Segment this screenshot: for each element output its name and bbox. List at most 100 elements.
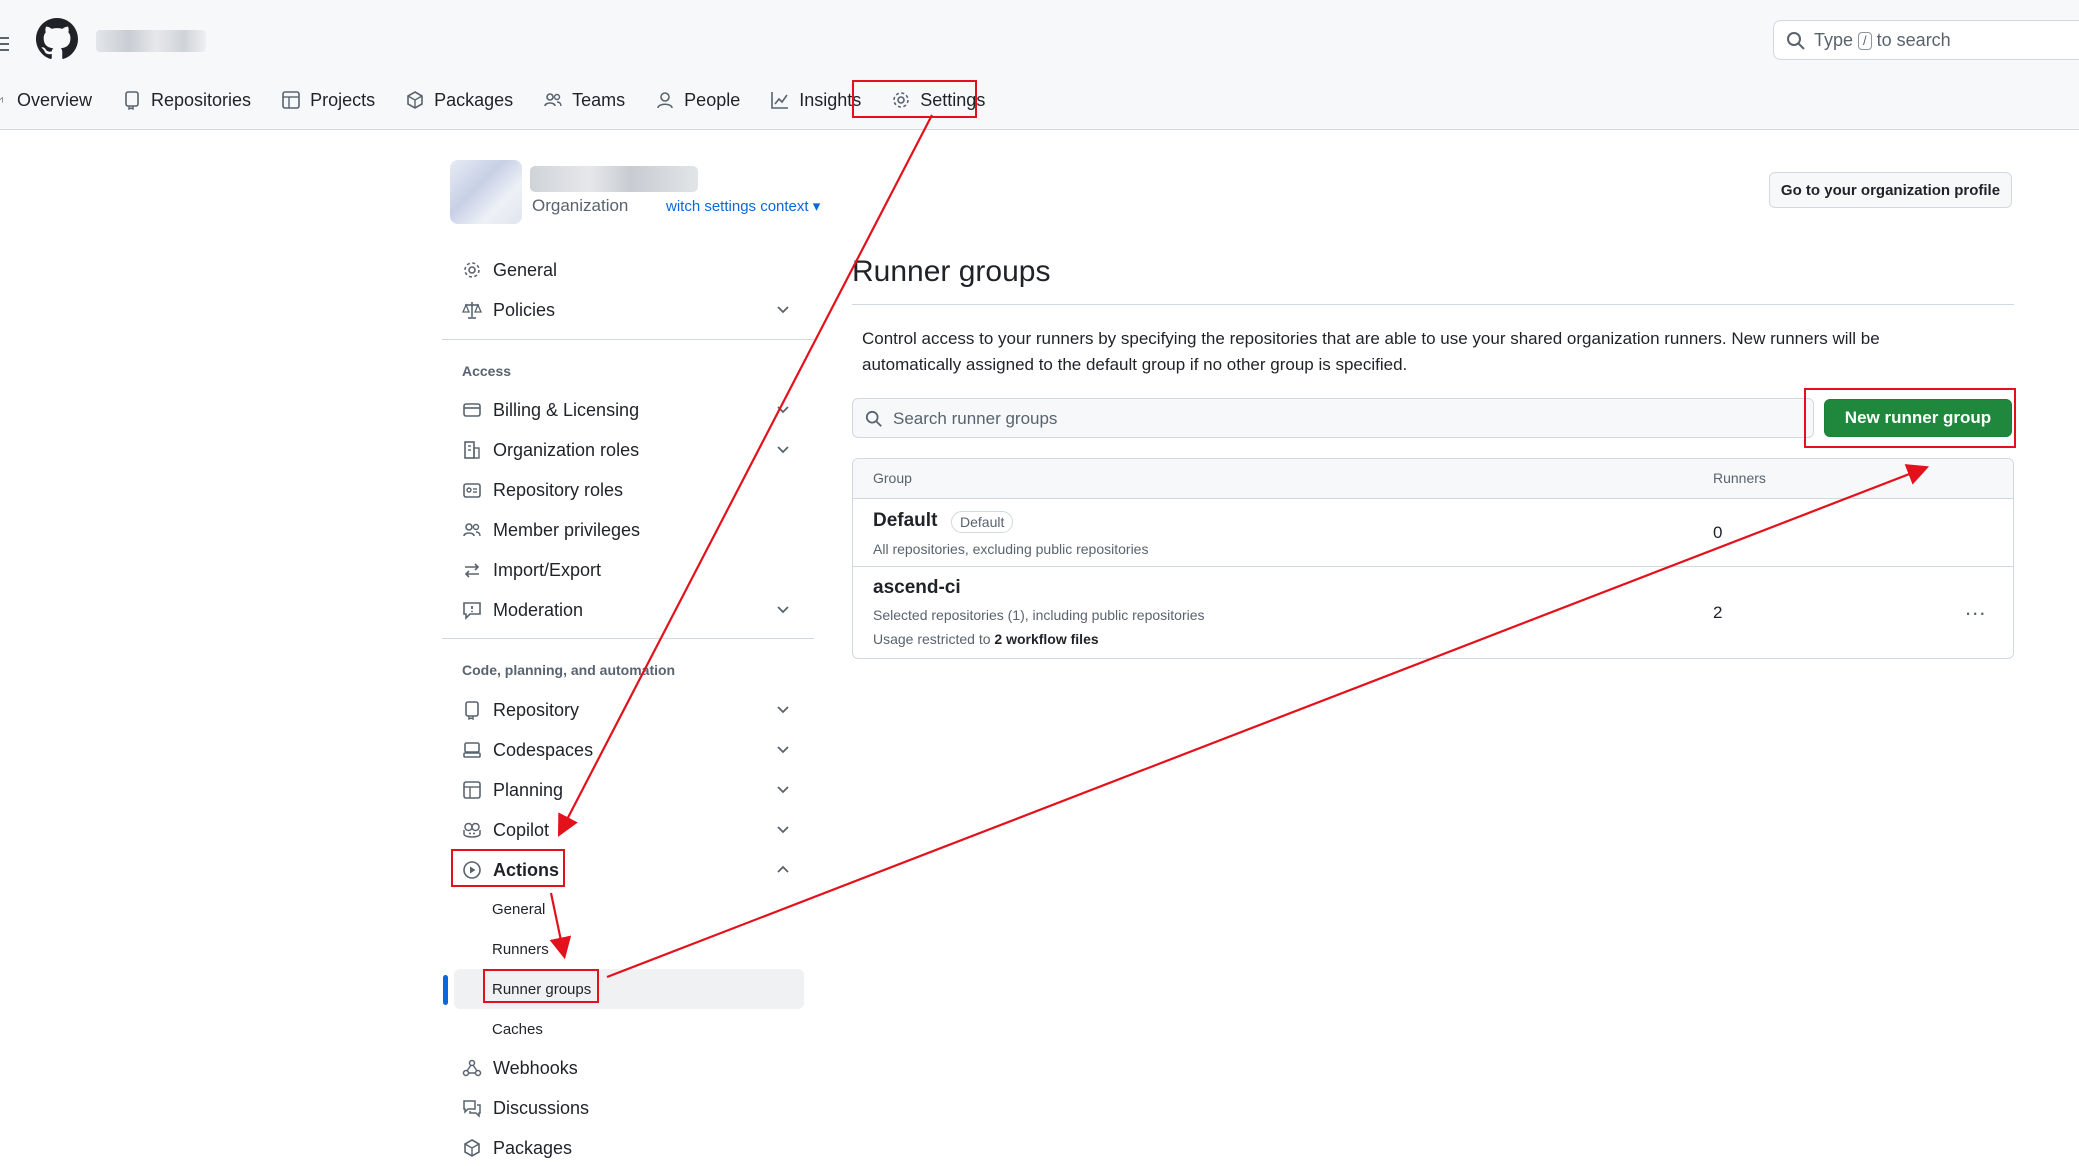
play-icon: [463, 861, 481, 879]
sidebar-active-indicator: [443, 975, 448, 1005]
sidebar-item-moderation[interactable]: Moderation: [462, 594, 583, 626]
sidebar-item-copilot[interactable]: Copilot: [462, 814, 549, 846]
gear-icon: [893, 92, 910, 108]
webhook-icon: [462, 1059, 482, 1077]
package-icon: [407, 91, 423, 109]
go-to-org-profile-button[interactable]: Go to your organization profile: [1769, 172, 2012, 208]
runner-count: 2: [1713, 603, 1723, 622]
sidebar-item-member-privileges[interactable]: Member privileges: [462, 514, 640, 546]
tab-insights[interactable]: Insights: [770, 78, 861, 122]
column-header-runners: Runners: [1713, 470, 1766, 486]
kebab-menu-icon[interactable]: ...: [1965, 595, 1986, 621]
chevron-down-icon[interactable]: [774, 741, 792, 759]
chevron-down-icon[interactable]: [774, 301, 792, 319]
people-icon: [544, 93, 562, 107]
tab-overview[interactable]: Overview: [0, 78, 92, 122]
search-icon: [865, 410, 883, 428]
default-badge: Default: [951, 511, 1014, 533]
package-icon: [464, 1139, 480, 1157]
credit-card-icon: [463, 403, 481, 417]
arrow-actions-to-runner-groups: [549, 892, 572, 960]
sidebar-item-actions[interactable]: Actions: [462, 854, 559, 886]
usage-restriction: Usage restricted to 2 workflow files: [873, 631, 1099, 647]
page-title: Runner groups: [852, 255, 1051, 288]
sidebar-item-packages[interactable]: Packages: [462, 1132, 572, 1164]
repo-icon: [465, 701, 479, 720]
sidebar-divider: [442, 638, 814, 639]
group-name-link[interactable]: Default: [873, 510, 937, 532]
table-row[interactable]: ascend-ci Selected repositories (1), inc…: [853, 567, 2013, 658]
search-runner-groups-input[interactable]: Search runner groups: [852, 398, 1814, 438]
group-description: All repositories, excluding public repos…: [873, 541, 1149, 557]
search-icon: [1786, 31, 1806, 51]
github-logo-icon[interactable]: [36, 18, 78, 60]
chevron-up-icon[interactable]: [774, 861, 792, 879]
sidebar-section-code-planning: Code, planning, and automation: [462, 662, 676, 678]
sidebar-item-repository-roles[interactable]: Repository roles: [462, 474, 623, 506]
sidebar-item-policies[interactable]: Policies: [462, 294, 555, 326]
sidebar-item-general[interactable]: General: [462, 254, 557, 286]
report-icon: [463, 602, 481, 620]
page-description: Control access to your runners by specif…: [862, 329, 1880, 374]
org-nav-tabs: Overview Repositories Projects Packages …: [0, 78, 985, 122]
search-placeholder: Type / to search: [1814, 30, 1951, 50]
table-icon: [282, 91, 300, 109]
repo-icon: [125, 91, 139, 110]
comment-discussion-icon: [463, 1100, 481, 1118]
sidebar-item-import-export[interactable]: Import/Export: [462, 554, 601, 586]
title-divider: [852, 304, 2014, 305]
organization-icon: [464, 441, 480, 459]
chevron-down-icon[interactable]: [774, 701, 792, 719]
sidebar-item-codespaces[interactable]: Codespaces: [462, 734, 593, 766]
table-icon: [463, 781, 481, 799]
copilot-icon: [463, 822, 481, 838]
group-description: Selected repositories (1), including pub…: [873, 607, 1205, 623]
sidebar-subitem-runners[interactable]: Runners: [492, 934, 549, 964]
gear-icon: [464, 262, 480, 278]
sidebar-subitem-actions-general[interactable]: General: [492, 894, 545, 924]
switch-settings-context-link[interactable]: witch settings context ▾: [666, 197, 820, 215]
runner-count: 0: [1713, 523, 1723, 542]
sidebar-item-webhooks[interactable]: Webhooks: [462, 1052, 578, 1084]
sidebar-item-planning[interactable]: Planning: [462, 774, 563, 806]
sidebar-item-organization-roles[interactable]: Organization roles: [462, 434, 639, 466]
arrow-switch-icon: [464, 563, 480, 578]
search-placeholder: Search runner groups: [893, 409, 1058, 428]
workflow-files-count[interactable]: 2 workflow files: [994, 631, 1098, 647]
codespaces-icon: [463, 742, 481, 758]
org-kind-label: Organization: [532, 196, 629, 215]
org-avatar[interactable]: [450, 160, 522, 224]
global-header: Type / to search Overview Repositories P…: [0, 0, 2079, 130]
chevron-down-icon[interactable]: [774, 441, 792, 459]
table-row[interactable]: Default Default All repositories, exclud…: [853, 499, 2013, 567]
chevron-down-icon[interactable]: [774, 781, 792, 799]
sidebar-divider: [442, 339, 814, 340]
tab-teams[interactable]: Teams: [543, 78, 625, 122]
sidebar-section-access: Access: [462, 363, 512, 379]
org-display-name-redacted[interactable]: [530, 166, 698, 192]
tab-packages[interactable]: Packages: [405, 78, 513, 122]
new-runner-group-button[interactable]: New runner group: [1824, 399, 2012, 437]
tab-people[interactable]: People: [655, 78, 740, 122]
search-shortcut-key: /: [1858, 31, 1872, 50]
sidebar-item-repository[interactable]: Repository: [462, 694, 579, 726]
chevron-down-icon[interactable]: [774, 601, 792, 619]
menu-icon[interactable]: [0, 30, 20, 58]
law-icon: [462, 302, 482, 319]
home-icon: [0, 96, 3, 103]
org-name-redacted[interactable]: [96, 30, 206, 52]
id-badge-icon: [463, 483, 481, 498]
sidebar-item-discussions[interactable]: Discussions: [462, 1092, 589, 1124]
runner-groups-table: Group Runners Default Default All reposi…: [852, 458, 2014, 659]
sidebar-subitem-runner-groups[interactable]: Runner groups: [492, 974, 591, 1004]
chevron-down-icon[interactable]: [774, 821, 792, 839]
sidebar-item-billing[interactable]: Billing & Licensing: [462, 394, 639, 426]
tab-repositories[interactable]: Repositories: [122, 78, 251, 122]
people-icon: [463, 523, 481, 537]
global-search-input[interactable]: Type / to search: [1773, 20, 2079, 60]
tab-settings[interactable]: Settings: [891, 78, 985, 122]
tab-projects[interactable]: Projects: [281, 78, 375, 122]
sidebar-subitem-caches[interactable]: Caches: [492, 1014, 543, 1044]
group-name-link[interactable]: ascend-ci: [873, 577, 961, 599]
chevron-down-icon[interactable]: [774, 401, 792, 419]
